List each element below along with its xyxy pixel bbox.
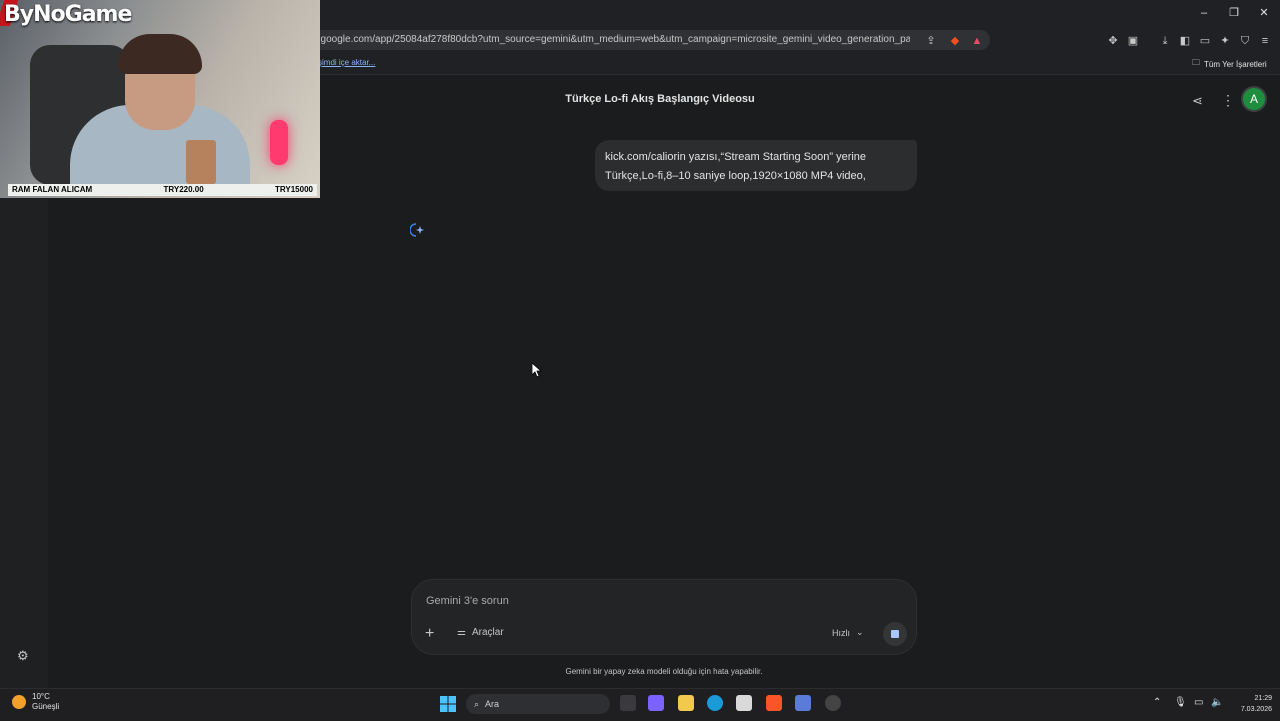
pink-lamp (270, 120, 288, 165)
import-bookmarks-link[interactable]: şimdi içe aktar... (318, 58, 375, 67)
donation-goal-bar: RAM FALAN ALICAM TRY220.00 TRY15000 (8, 184, 317, 196)
windows-start-icon[interactable] (440, 696, 456, 712)
volume-icon[interactable]: 🔈 (1211, 697, 1223, 708)
copilot-icon[interactable] (648, 695, 664, 711)
url-text[interactable]: ni.google.com/app/25084af278f80dcb?utm_s… (310, 34, 910, 45)
tools-sliders-icon: ⚌ (457, 627, 466, 638)
account-avatar[interactable]: A (1243, 88, 1265, 110)
close-icon[interactable]: ✕ (1257, 6, 1271, 20)
chatgpt-icon[interactable] (825, 695, 841, 711)
brave-shields-icon[interactable]: ◆ (948, 34, 962, 48)
taskbar-search[interactable]: ⌕ Ara (466, 694, 610, 714)
file-explorer-icon[interactable] (678, 695, 694, 711)
temperature: 10°C (32, 692, 50, 701)
tools-button[interactable]: ⚌ Araçlar (457, 627, 504, 638)
tray-chevron-up-icon[interactable]: ⌃ (1153, 697, 1161, 708)
weather-condition: Güneşli (32, 702, 60, 711)
minimize-icon[interactable]: – (1197, 6, 1211, 20)
goal-name: RAM FALAN ALICAM (12, 185, 93, 194)
streamer-hair (118, 34, 202, 74)
all-bookmarks-label: Tüm Yer İşaretleri (1204, 59, 1267, 69)
screenshot-icon[interactable]: ▣ (1126, 34, 1140, 48)
goal-amount: TRY220.00 (163, 185, 204, 194)
app-icon[interactable] (795, 695, 811, 711)
goal-target: TRY15000 (275, 185, 313, 194)
webcam-overlay: ByNoGame RAM FALAN ALICAM TRY220.00 TRY1… (0, 0, 320, 198)
stop-icon (891, 630, 899, 638)
wallet-icon[interactable]: ▭ (1198, 34, 1212, 48)
folder-icon: 🗀 (1192, 58, 1200, 67)
brave-rewards-icon[interactable]: ▲ (970, 34, 984, 48)
settings-gear-icon[interactable]: ⚙ (17, 648, 29, 664)
model-label: Hızlı (832, 627, 850, 638)
tools-label: Araçlar (471, 627, 504, 638)
taskbar-clock[interactable]: 21:29 7.03.2026 (1228, 693, 1272, 715)
prompt-composer (411, 579, 917, 655)
restore-icon[interactable]: ❐ (1227, 6, 1241, 20)
disclaimer-text: Gemini bir yapay zeka modeli olduğu için… (565, 667, 763, 676)
bynogame-logo: ByNoGame (4, 2, 132, 27)
chat-title[interactable]: Türkçe Lo-fi Akış Başlangıç Videosu (540, 93, 780, 105)
more-options-icon[interactable]: ⋮ (1221, 92, 1235, 109)
edge-icon[interactable] (707, 695, 723, 711)
microphone-icon[interactable]: 🎙 (1174, 697, 1187, 708)
display-icon[interactable]: ▭ (1194, 697, 1203, 708)
weather-widget[interactable]: 10°C Güneşli (12, 692, 59, 712)
menu-icon[interactable]: ≡ (1258, 34, 1272, 48)
add-attachment-icon[interactable]: + (425, 625, 434, 643)
search-icon: ⌕ (474, 698, 480, 709)
drink-cup (186, 140, 216, 184)
gemini-thinking-spinner-icon (410, 223, 424, 237)
store-icon[interactable] (736, 695, 752, 711)
all-bookmarks-button[interactable]: 🗀 Tüm Yer İşaretleri (1192, 57, 1267, 71)
share-icon[interactable]: ⋖ (1192, 93, 1203, 109)
brave-icon[interactable] (766, 695, 782, 711)
prompt-input[interactable] (426, 593, 886, 609)
download-icon[interactable]: ⤓ (1158, 34, 1172, 48)
share-page-icon[interactable]: ⇪ (924, 34, 938, 48)
task-view-icon[interactable] (620, 695, 636, 711)
model-selector[interactable]: Hızlı ⌄ (832, 627, 864, 638)
clock-date: 7.03.2026 (1240, 706, 1272, 713)
windows-taskbar (0, 688, 1280, 721)
sidebar-toggle-icon[interactable]: ◧ (1178, 34, 1192, 48)
sun-icon (12, 695, 26, 709)
leo-ai-icon[interactable]: ✦ (1218, 34, 1232, 48)
search-label: Ara (485, 699, 500, 709)
mouse-cursor-icon (532, 363, 542, 378)
chevron-down-icon: ⌄ (856, 627, 864, 637)
user-message-bubble: kick.com/caliorin yazısı,“Stream Startin… (595, 140, 917, 191)
extensions-icon[interactable]: ✥ (1106, 34, 1120, 48)
clock-time: 21:29 (1254, 695, 1272, 702)
stop-generation-button[interactable] (883, 622, 907, 646)
vpn-shield-icon[interactable]: ⛉ (1238, 34, 1252, 48)
